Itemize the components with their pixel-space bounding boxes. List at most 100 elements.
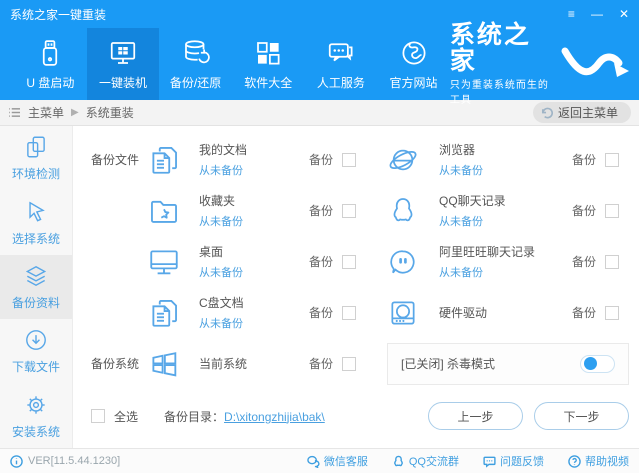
backup-checkbox-hardware-drivers[interactable] bbox=[605, 305, 619, 320]
antivirus-mode-toggle[interactable] bbox=[580, 354, 615, 373]
cursor-icon bbox=[23, 199, 49, 225]
backup-dir-link[interactable]: D:\xitongzhijia\bak\ bbox=[224, 410, 325, 424]
backup-row: C盘文档 从未备份 备份 硬件驱动 备份 bbox=[91, 287, 629, 338]
backup-checkbox-c-drive-docs[interactable] bbox=[342, 305, 357, 320]
help-icon bbox=[568, 454, 581, 468]
chevron-right-icon: ▶ bbox=[71, 107, 79, 118]
backup-label: 备份 bbox=[571, 306, 596, 320]
help-video-link[interactable]: 帮助视频 bbox=[568, 453, 629, 469]
window-title: 系统之家一键重装 bbox=[10, 7, 107, 22]
item-name: C盘文档 bbox=[199, 296, 244, 310]
backup-label: 备份 bbox=[571, 153, 596, 167]
top-nav: U 盘启动 一键装机 备份/还原 软件大全 人工服务 官方网站 系统之家 只为重… bbox=[0, 22, 639, 106]
documents-icon bbox=[147, 143, 199, 177]
browser-icon bbox=[387, 144, 439, 176]
back-to-main-menu-button[interactable]: 返回主菜单 bbox=[532, 102, 631, 123]
item-status[interactable]: 从未备份 bbox=[439, 213, 551, 229]
layers-icon bbox=[23, 263, 49, 289]
download-icon bbox=[23, 327, 49, 353]
feedback-icon bbox=[483, 455, 496, 468]
chat-service-icon bbox=[326, 38, 356, 68]
group-label-backup-files: 备份文件 bbox=[91, 153, 140, 167]
backup-label: 备份 bbox=[571, 204, 596, 218]
nav-item-one-key-install[interactable]: 一键装机 bbox=[86, 28, 160, 100]
item-name: 硬件驱动 bbox=[439, 306, 488, 320]
backup-label: 备份 bbox=[571, 255, 596, 269]
nav-item-usb-boot[interactable]: U 盘启动 bbox=[14, 28, 87, 100]
backup-checkbox-desktop[interactable] bbox=[342, 254, 357, 269]
sidebar-item-backup-data[interactable]: 备份资料 bbox=[0, 254, 72, 320]
backup-checkbox-current-system[interactable] bbox=[342, 356, 357, 371]
sidebar: 环境检测 选择系统 备份资料 下载文件 安装系统 bbox=[0, 126, 73, 448]
item-status[interactable]: 从未备份 bbox=[199, 264, 309, 280]
backup-row: 备份文件 我的文档 从未备份 备份 浏览器 从未备份 备份 bbox=[91, 134, 629, 185]
backup-row: 桌面 从未备份 备份 阿里旺旺聊天记录 从未备份 备份 bbox=[91, 236, 629, 287]
sidebar-item-install-system[interactable]: 安装系统 bbox=[0, 384, 72, 448]
sidebar-item-env-check[interactable]: 环境检测 bbox=[0, 126, 72, 190]
item-status[interactable]: 从未备份 bbox=[439, 264, 551, 280]
nav-item-website[interactable]: 官方网站 bbox=[377, 28, 450, 100]
sidebar-item-download-files[interactable]: 下载文件 bbox=[0, 319, 72, 383]
bottom-controls: 全选 备份目录：D:\xitongzhijia\bak\ 上一步 下一步 bbox=[91, 402, 629, 430]
usb-drive-icon bbox=[35, 38, 65, 68]
nav-item-backup-restore[interactable]: 备份/还原 bbox=[159, 28, 232, 100]
globe-icon bbox=[399, 38, 429, 68]
app-logo: 系统之家 只为重装系统而生的工具 bbox=[450, 22, 639, 106]
nav-item-software[interactable]: 软件大全 bbox=[232, 28, 305, 100]
close-icon[interactable]: ✕ bbox=[619, 8, 629, 20]
folder-star-icon bbox=[147, 194, 199, 228]
item-name: 我的文档 bbox=[199, 143, 248, 157]
item-status[interactable]: 从未备份 bbox=[199, 315, 309, 331]
desktop-icon bbox=[147, 245, 199, 279]
nav-item-support[interactable]: 人工服务 bbox=[305, 28, 378, 100]
backup-label: 备份 bbox=[309, 306, 334, 320]
backup-label: 备份 bbox=[309, 153, 334, 167]
select-all-checkbox[interactable] bbox=[91, 409, 105, 423]
backup-checkbox-qq-history[interactable] bbox=[605, 203, 619, 218]
backup-label: 备份 bbox=[309, 255, 334, 269]
wechat-service-link[interactable]: 微信客服 bbox=[307, 453, 368, 469]
backup-row: 收藏夹 从未备份 备份 QQ聊天记录 从未备份 备份 bbox=[91, 185, 629, 236]
breadcrumb: 主菜单 ▶ 系统重装 返回主菜单 bbox=[0, 100, 639, 126]
logo-title: 系统之家 bbox=[449, 20, 531, 75]
back-arrow-icon bbox=[540, 107, 553, 119]
breadcrumb-current: 系统重装 bbox=[85, 106, 134, 120]
documents-icon bbox=[147, 296, 199, 330]
item-name: 收藏夹 bbox=[199, 194, 236, 208]
backup-checkbox-my-documents[interactable] bbox=[342, 152, 357, 167]
prev-step-button[interactable]: 上一步 bbox=[428, 402, 523, 430]
menu-icon[interactable]: ≡ bbox=[568, 8, 575, 20]
windows-logo-icon bbox=[147, 347, 199, 381]
toggle-knob bbox=[583, 357, 597, 371]
group-label-backup-system: 备份系统 bbox=[91, 357, 140, 371]
backup-checkbox-favorites[interactable] bbox=[342, 203, 357, 218]
version-text: VER[11.5.44.1230] bbox=[28, 455, 121, 467]
item-status[interactable]: 从未备份 bbox=[439, 162, 551, 178]
computer-windows-icon bbox=[108, 38, 138, 68]
item-status[interactable]: 从未备份 bbox=[199, 162, 309, 178]
backup-checkbox-browser[interactable] bbox=[605, 152, 619, 167]
item-status[interactable]: 从未备份 bbox=[199, 213, 309, 229]
qq-group-link[interactable]: QQ交流群 bbox=[392, 453, 459, 469]
gear-icon bbox=[23, 392, 49, 418]
minimize-icon[interactable]: — bbox=[591, 8, 603, 20]
antivirus-mode-box: [已关闭] 杀毒模式 bbox=[387, 342, 629, 385]
list-icon bbox=[8, 107, 21, 118]
main-content: 备份文件 我的文档 从未备份 备份 浏览器 从未备份 备份 收藏夹 从未备份 备… bbox=[73, 126, 639, 448]
logo-swoosh-icon bbox=[559, 41, 631, 87]
feedback-link[interactable]: 问题反馈 bbox=[483, 453, 544, 469]
item-name: 当前系统 bbox=[199, 357, 248, 371]
info-icon bbox=[10, 454, 23, 468]
hard-drive-icon bbox=[387, 297, 439, 329]
breadcrumb-root[interactable]: 主菜单 bbox=[28, 104, 64, 121]
backup-label: 备份 bbox=[309, 204, 334, 218]
select-all-label: 全选 bbox=[114, 409, 139, 424]
wangwang-icon bbox=[387, 246, 439, 278]
backup-checkbox-wangwang-history[interactable] bbox=[605, 254, 619, 269]
sidebar-item-select-system[interactable]: 选择系统 bbox=[0, 190, 72, 254]
qq-icon bbox=[387, 195, 439, 227]
item-name: QQ聊天记录 bbox=[439, 194, 506, 208]
qq-icon bbox=[392, 455, 405, 468]
backup-dir-label: 备份目录： bbox=[164, 409, 225, 424]
next-step-button[interactable]: 下一步 bbox=[534, 402, 629, 430]
